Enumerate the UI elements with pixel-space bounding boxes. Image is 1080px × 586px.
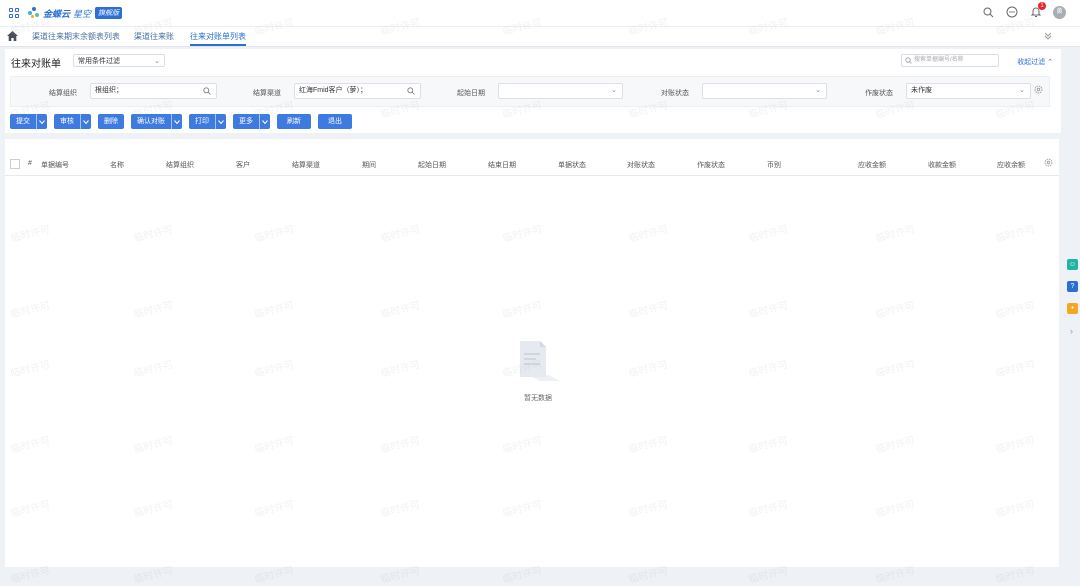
column-header[interactable]: # bbox=[28, 160, 32, 167]
chevron-right-icon[interactable]: › bbox=[1070, 326, 1073, 336]
tab-channel-ledger[interactable]: 渠道往来账 bbox=[134, 27, 174, 46]
logo-mark-icon bbox=[28, 7, 40, 19]
column-header[interactable]: 币别 bbox=[767, 160, 781, 170]
tab-reconciliation-list[interactable]: 往来对账单列表 bbox=[190, 27, 246, 46]
gear-icon[interactable] bbox=[1044, 158, 1053, 169]
select-all-checkbox[interactable] bbox=[10, 159, 20, 169]
message-icon[interactable] bbox=[1005, 5, 1019, 19]
column-header[interactable]: 作废状态 bbox=[697, 160, 725, 170]
user-avatar[interactable]: 黄 bbox=[1053, 5, 1066, 19]
search-input[interactable]: 搜索单据编号/名称 bbox=[901, 54, 999, 67]
void-status-label: 作废状态 bbox=[865, 90, 893, 97]
collapse-filter-link[interactable]: 收起过滤 ⌃ bbox=[1017, 57, 1053, 67]
brand-logo: 金蝶云 星空 旗舰版 bbox=[28, 5, 123, 21]
start-date-label: 起始日期 bbox=[457, 90, 485, 97]
exit-button[interactable]: 退出 bbox=[318, 114, 352, 129]
column-header[interactable]: 起始日期 bbox=[418, 160, 446, 170]
chevron-down-icon[interactable] bbox=[36, 114, 47, 129]
search-icon bbox=[905, 57, 912, 69]
column-header[interactable]: 对账状态 bbox=[627, 160, 655, 170]
print-button[interactable]: 打印 bbox=[189, 114, 226, 129]
org-field[interactable]: 根组织； bbox=[90, 83, 217, 99]
delete-button[interactable]: 删除 bbox=[98, 114, 124, 129]
column-header[interactable]: 应收金额 bbox=[858, 160, 886, 170]
chevron-down-icon[interactable] bbox=[215, 114, 226, 129]
brand-name: 金蝶云 bbox=[43, 8, 71, 19]
column-header[interactable]: 结算组织 bbox=[166, 160, 194, 170]
filter-panel: 结算组织 根组织； 结算渠道 红海Fmid客户（萝）； 起始日期 ⌄ 对账状态 … bbox=[10, 76, 1050, 107]
empty-state: 暂无数据 bbox=[514, 339, 562, 402]
brand-subname: 星空 bbox=[73, 8, 92, 19]
chat-icon[interactable]: • bbox=[1067, 303, 1078, 314]
toolbar: 提交 审核 删除 确认对账 打印 更多 刷新 退出 bbox=[10, 114, 352, 129]
column-header[interactable]: 名称 bbox=[110, 160, 124, 170]
more-button[interactable]: 更多 bbox=[233, 114, 270, 129]
edition-badge: 旗舰版 bbox=[95, 7, 123, 19]
reconcile-status-select[interactable]: ⌄ bbox=[702, 83, 827, 99]
org-label: 结算组织 bbox=[49, 90, 77, 97]
search-icon[interactable] bbox=[981, 5, 995, 19]
column-header[interactable]: 单据编号 bbox=[41, 160, 69, 170]
confirm-reconcile-button[interactable]: 确认对账 bbox=[131, 114, 182, 129]
chevron-down-icon: ⌄ bbox=[611, 87, 617, 94]
grid-header: # 单据编号 名称 结算组织 客户 结算渠道 期间 起始日期 结束日期 单据状态… bbox=[5, 153, 1059, 176]
home-icon[interactable] bbox=[7, 31, 18, 43]
help-icon[interactable]: ? bbox=[1067, 281, 1078, 292]
gear-icon[interactable] bbox=[1034, 85, 1043, 96]
channel-field[interactable]: 红海Fmid客户（萝）； bbox=[294, 83, 421, 99]
chevron-double-down-icon[interactable] bbox=[1044, 32, 1052, 42]
filter-scheme-select[interactable]: 常用条件过滤 ⌄ bbox=[73, 54, 165, 67]
column-header[interactable]: 应收余额 bbox=[997, 160, 1025, 170]
start-date-field[interactable]: ⌄ bbox=[498, 83, 623, 99]
list-grid: # 单据编号 名称 结算组织 客户 结算渠道 期间 起始日期 结束日期 单据状态… bbox=[5, 139, 1059, 567]
chevron-down-icon: ⌄ bbox=[154, 58, 160, 65]
empty-text: 暂无数据 bbox=[524, 395, 552, 402]
page-title: 往来对账单 bbox=[11, 59, 61, 70]
search-icon[interactable] bbox=[203, 87, 211, 101]
refresh-button[interactable]: 刷新 bbox=[277, 114, 311, 129]
tab-bar: 渠道往来期末余额表列表 渠道往来账 往来对账单列表 bbox=[0, 26, 1080, 47]
notification-badge: 1 bbox=[1038, 2, 1046, 10]
chevron-down-icon[interactable] bbox=[80, 114, 91, 129]
column-header[interactable]: 收款金额 bbox=[928, 160, 956, 170]
chevron-down-icon[interactable] bbox=[259, 114, 270, 129]
chevron-down-icon[interactable] bbox=[171, 114, 182, 129]
search-placeholder: 搜索单据编号/名称 bbox=[914, 57, 964, 63]
submit-button[interactable]: 提交 bbox=[10, 114, 47, 129]
chevron-down-icon: ⌄ bbox=[1019, 87, 1025, 94]
column-header[interactable]: 结算渠道 bbox=[292, 160, 320, 170]
robot-icon[interactable]: ☺ bbox=[1067, 259, 1078, 270]
column-header[interactable]: 客户 bbox=[236, 160, 250, 170]
bell-icon[interactable]: 1 bbox=[1029, 2, 1046, 19]
top-bar: 金蝶云 星空 旗舰版 1 黄 bbox=[0, 0, 1080, 26]
tab-channel-balance-list[interactable]: 渠道往来期末余额表列表 bbox=[32, 27, 120, 46]
void-status-select[interactable]: 未作废 ⌄ bbox=[906, 83, 1031, 99]
audit-button[interactable]: 审核 bbox=[54, 114, 91, 129]
search-icon[interactable] bbox=[407, 87, 415, 101]
empty-document-icon bbox=[514, 339, 562, 385]
column-header[interactable]: 期间 bbox=[362, 160, 376, 170]
reconcile-status-label: 对账状态 bbox=[661, 90, 689, 97]
column-header[interactable]: 单据状态 bbox=[558, 160, 586, 170]
app-grid-icon[interactable] bbox=[9, 8, 19, 18]
channel-label: 结算渠道 bbox=[253, 90, 281, 97]
column-header[interactable]: 结束日期 bbox=[488, 160, 516, 170]
chevron-down-icon: ⌄ bbox=[815, 87, 821, 94]
